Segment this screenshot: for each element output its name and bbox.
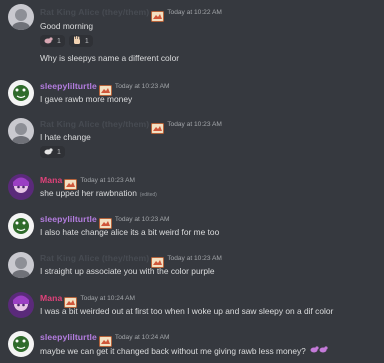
username[interactable]: sleepylilturtle <box>40 214 97 224</box>
message-header: sleepylilturtle Today at 10:23 AM <box>40 211 170 229</box>
message-header: Rat King Alice (they/them) Today at 10:2… <box>40 250 222 268</box>
username[interactable]: Rat King Alice (they/them) <box>40 119 149 129</box>
username[interactable]: Mana <box>40 175 62 185</box>
rat-emoji-icon <box>44 147 53 157</box>
username[interactable]: Rat King Alice (they/them) <box>40 253 149 263</box>
message-text: she upped her rawbnation (edited) <box>40 188 157 198</box>
server-badge-icon <box>98 332 112 347</box>
reaction-button[interactable]: 1 <box>40 146 65 158</box>
message-header: sleepylilturtle Today at 10:24 AM <box>40 329 170 347</box>
reaction-button[interactable]: 1 <box>40 35 65 47</box>
avatar[interactable] <box>8 292 34 318</box>
message-header: sleepylilturtle Today at 10:23 AM <box>40 78 170 96</box>
reaction-count: 1 <box>57 148 61 156</box>
message-header: Mana Today at 10:23 AM <box>40 172 135 190</box>
message-text: I straight up associate you with the col… <box>40 266 215 276</box>
timestamp[interactable]: Today at 10:22 AM <box>167 9 222 16</box>
message-header: Rat King Alice (they/them) Today at 10:2… <box>40 116 222 134</box>
avatar[interactable] <box>8 252 34 278</box>
timestamp[interactable]: Today at 10:23 AM <box>115 83 170 90</box>
timestamp[interactable]: Today at 10:23 AM <box>167 121 222 128</box>
reaction-count: 1 <box>84 37 89 45</box>
edited-label: (edited) <box>139 192 157 198</box>
server-badge-icon <box>151 119 165 134</box>
rat-emoji-icon <box>310 346 328 356</box>
server-badge-icon <box>151 253 165 268</box>
server-badge-icon <box>64 293 78 308</box>
message-text: I also hate change alice its a bit weird… <box>40 227 220 237</box>
hand-emoji-icon <box>73 35 81 47</box>
reaction-count: 1 <box>57 37 61 45</box>
server-badge-icon <box>151 7 165 22</box>
message-text: I hate change <box>40 132 91 142</box>
timestamp[interactable]: Today at 10:23 AM <box>115 216 170 223</box>
message-body: maybe we can get it changed back without… <box>40 346 306 356</box>
reaction-button[interactable]: 1 <box>68 35 93 47</box>
avatar[interactable] <box>8 174 34 200</box>
avatar[interactable] <box>8 118 34 144</box>
rat-emoji-icon <box>44 36 53 46</box>
server-badge-icon <box>98 81 112 96</box>
message-text: I was a bit weirded out at first too whe… <box>40 306 334 316</box>
message-text: Why is sleepys name a different color <box>40 53 180 63</box>
server-badge-icon <box>98 214 112 229</box>
avatar[interactable] <box>8 80 34 106</box>
username[interactable]: sleepylilturtle <box>40 81 97 91</box>
message-text: I gave rawb more money <box>40 94 133 104</box>
message-text: Good morning <box>40 21 94 31</box>
timestamp[interactable]: Today at 10:23 AM <box>80 177 135 184</box>
message-header: Rat King Alice (they/them) Today at 10:2… <box>40 4 222 22</box>
username[interactable]: Mana <box>40 293 62 303</box>
reaction-bar: 1 <box>40 146 65 158</box>
timestamp[interactable]: Today at 10:24 AM <box>115 334 170 341</box>
reaction-bar: 1 1 <box>40 35 93 47</box>
avatar[interactable] <box>8 4 34 30</box>
username[interactable]: sleepylilturtle <box>40 332 97 342</box>
server-badge-icon <box>64 175 78 190</box>
avatar[interactable] <box>8 331 34 357</box>
avatar[interactable] <box>8 213 34 239</box>
message-text: maybe we can get it changed back without… <box>40 345 328 356</box>
timestamp[interactable]: Today at 10:24 AM <box>80 295 135 302</box>
message-body: she upped her rawbnation <box>40 188 137 198</box>
message-header: Mana Today at 10:24 AM <box>40 290 135 308</box>
username[interactable]: Rat King Alice (they/them) <box>40 7 149 17</box>
timestamp[interactable]: Today at 10:23 AM <box>167 255 222 262</box>
